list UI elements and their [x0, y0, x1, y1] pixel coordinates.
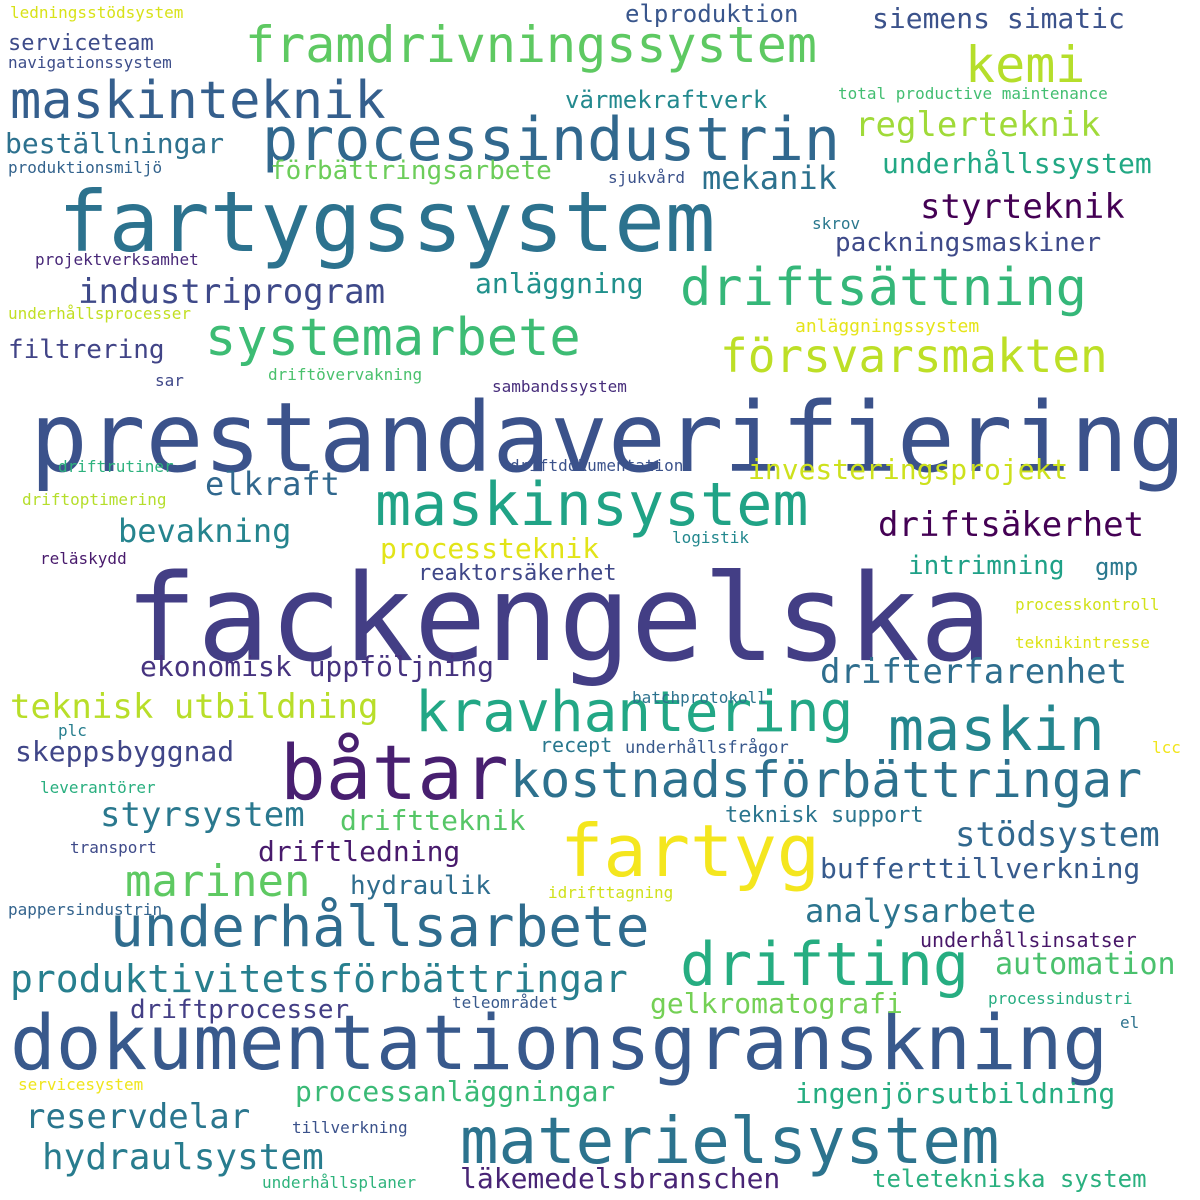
word: projektverksamhet: [35, 250, 199, 269]
word: recept: [540, 733, 613, 757]
word: anläggning: [475, 267, 644, 300]
word: hydraulik: [350, 871, 491, 901]
word: driftteknik: [340, 804, 526, 837]
word: ledningsstödsystem: [10, 3, 184, 22]
word: processanläggningar: [295, 1075, 616, 1108]
word: driftsättning: [680, 258, 1087, 318]
word: underhållsinsatser: [920, 928, 1137, 952]
word: båtar: [280, 728, 509, 817]
word: styrteknik: [920, 187, 1125, 227]
word: produktionsmiljö: [8, 158, 163, 177]
word: underhållsfrågor: [625, 738, 789, 758]
word: driftsäkerhet: [878, 505, 1145, 545]
word: elkraft: [205, 465, 340, 503]
word: gelkromatografi: [650, 987, 903, 1020]
word: kemi: [965, 36, 1086, 94]
word: bufferttillverkning: [820, 852, 1141, 885]
word: bevakning: [118, 512, 292, 550]
word: analysarbete: [805, 892, 1037, 930]
word: plc: [58, 721, 87, 740]
word: filtrering: [8, 335, 165, 365]
word: processkontroll: [1015, 595, 1160, 614]
word: pappersindustrin: [8, 900, 163, 919]
word: värmekraftverk: [565, 86, 768, 114]
word: servicesystem: [18, 1075, 144, 1094]
word: idrifttagning: [548, 883, 674, 902]
word: anläggningssystem: [795, 316, 980, 337]
word: siemens simatic: [872, 2, 1125, 35]
word: underhållsplaner: [262, 1173, 417, 1192]
word: investeringsprojekt: [748, 453, 1069, 486]
word: leverantörer: [40, 778, 156, 797]
word: sambandssystem: [492, 377, 627, 396]
word: systemarbete: [205, 308, 581, 368]
word: driftrutiner: [58, 457, 174, 476]
word: ekonomisk uppföljning: [140, 650, 495, 683]
word: mekanik: [702, 159, 837, 197]
word: maskinteknik: [10, 71, 386, 131]
word: batchprotokoll: [632, 688, 767, 707]
word: reaktorsäkerhet: [418, 561, 617, 586]
word: transport: [70, 838, 157, 857]
word: stödsystem: [955, 815, 1160, 855]
word: driftprocesser: [130, 995, 350, 1025]
word: teknisk utbildning: [10, 687, 379, 727]
word: skrov: [812, 214, 861, 233]
word: lcc: [1152, 738, 1181, 757]
word: teletekniska system: [872, 1165, 1147, 1193]
word: försvarsmakten: [720, 329, 1108, 383]
word: teknikintresse: [1015, 633, 1150, 652]
word: driftledning: [258, 835, 461, 868]
word: reglerteknik: [855, 105, 1101, 145]
word: sar: [155, 371, 184, 390]
word: intrimning: [908, 551, 1065, 581]
word: skeppsbyggnad: [15, 735, 235, 768]
word: teleområdet: [452, 993, 558, 1012]
word: driftdokumentation: [510, 456, 684, 475]
word: total productive maintenance: [838, 84, 1108, 103]
word: drifterfarenhet: [820, 652, 1128, 692]
word: läkemedelsbranschen: [460, 1162, 781, 1195]
word: processindustri: [988, 989, 1133, 1008]
word: processteknik: [380, 532, 600, 565]
word: serviceteam: [8, 31, 154, 56]
word: reläskydd: [40, 549, 127, 568]
word: maskin: [888, 695, 1105, 765]
word: underhållsarbete: [110, 895, 650, 960]
word: driftövervakning: [268, 365, 423, 384]
word: styrsystem: [100, 795, 305, 835]
word: reservdelar: [25, 1097, 251, 1137]
word: hydraulsystem: [42, 1137, 324, 1178]
word: förbättringsarbete: [270, 156, 552, 186]
word: logistik: [672, 528, 750, 547]
word: driftoptimering: [22, 490, 167, 509]
word: navigationssystem: [8, 53, 172, 72]
word: underhållsprocesser: [8, 304, 192, 323]
word: gmp: [1095, 553, 1139, 581]
word: ingenjörsutbildning: [795, 1077, 1116, 1110]
word: elproduktion: [625, 0, 799, 28]
word: underhållssystem: [882, 147, 1152, 180]
word: maskinsystem: [375, 470, 809, 540]
word: sjukvård: [608, 168, 686, 187]
word: automation: [995, 947, 1176, 982]
word: beställningar: [5, 127, 225, 160]
word: teknisk support: [725, 803, 924, 828]
word-cloud: prestandaverifiering fackengelska fartyg…: [0, 0, 1200, 1200]
word: el: [1120, 1013, 1140, 1032]
word: packningsmaskiner: [835, 228, 1102, 258]
word: tillverkning: [292, 1118, 408, 1137]
